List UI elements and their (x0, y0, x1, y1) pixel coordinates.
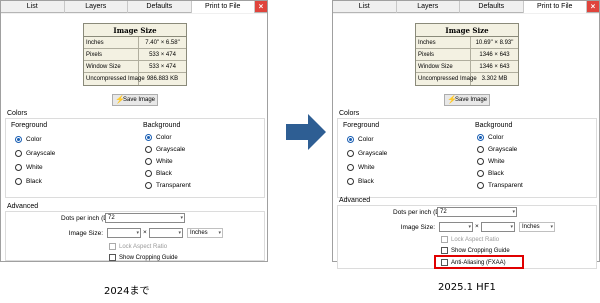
chevron-down-icon: ▾ (180, 215, 183, 221)
fg-color-radio[interactable]: Color (15, 136, 42, 143)
panel-body: Image Size Inches 10.69" × 8.93" Pixels 13… (333, 14, 599, 269)
fg-grayscale-radio[interactable]: Grayscale (15, 150, 55, 157)
image-size-label: Image Size: (400, 224, 435, 231)
save-image-button[interactable]: ⚡ Save Image (112, 94, 158, 106)
bg-black-radio[interactable]: Black (145, 170, 172, 177)
times-sign: × (475, 223, 479, 230)
panel-body: Image Size Inches 7.40" × 6.58" Pixels 533… (1, 14, 267, 261)
chevron-down-icon: ▾ (550, 224, 553, 230)
fg-grayscale-radio[interactable]: Grayscale (347, 150, 387, 157)
bg-transparent-radio[interactable]: Transparent (145, 182, 191, 189)
foreground-label: Foreground (11, 122, 48, 129)
show-crop-checkbox[interactable]: Show Cropping Guide (441, 247, 510, 254)
table-row: Pixels 1346 × 643 (416, 49, 518, 61)
width-input[interactable]: ▾ (439, 222, 473, 232)
times-sign: × (143, 229, 147, 236)
highlight-box (434, 255, 524, 269)
tab-list[interactable]: List (1, 1, 65, 13)
image-size-table: Image Size Inches 7.40" × 6.58" Pixels 533… (83, 23, 187, 86)
bg-color-radio[interactable]: Color (477, 134, 504, 141)
advanced-label: Advanced (339, 197, 371, 204)
advanced-label: Advanced (7, 203, 39, 210)
bg-grayscale-radio[interactable]: Grayscale (477, 146, 517, 153)
background-label: Background (143, 122, 181, 129)
fg-color-radio[interactable]: Color (347, 136, 374, 143)
dpi-label: Dots per inch (DPI): (393, 209, 451, 216)
fg-white-radio[interactable]: White (347, 164, 375, 171)
close-icon[interactable]: × (255, 1, 267, 12)
background-label: Background (475, 122, 513, 129)
table-row: Inches 7.40" × 6.58" (84, 37, 186, 49)
height-input[interactable]: ▾ (481, 222, 515, 232)
colors-label: Colors (7, 110, 28, 117)
fg-black-radio[interactable]: Black (15, 178, 42, 185)
image-size-title: Image Size (416, 24, 518, 37)
units-select[interactable]: Inches ▾ (519, 222, 555, 232)
chevron-down-icon: ▾ (468, 224, 471, 230)
table-row: Pixels 533 × 474 (84, 49, 186, 61)
table-row: Window Size 533 × 474 (84, 61, 186, 73)
dpi-select[interactable]: 72 ▾ (437, 207, 517, 217)
table-row: Uncompressed Image 3.302 MB (416, 73, 518, 85)
image-size-table: Image Size Inches 10.69" × 8.93" Pixels 13… (415, 23, 519, 86)
colors-label: Colors (339, 110, 360, 117)
right-print-panel: List Layers Defaults Print to File × Ima… (332, 0, 600, 269)
bg-white-radio[interactable]: White (145, 158, 173, 165)
height-input[interactable]: ▾ (149, 228, 183, 238)
caption-left: 2024まで (104, 286, 150, 297)
tab-print-to-file[interactable]: Print to File (523, 1, 587, 13)
show-crop-checkbox[interactable]: Show Cropping Guide (109, 254, 178, 261)
left-print-panel: List Layers Defaults Print to File × Ima… (0, 0, 268, 262)
colors-group (337, 118, 597, 198)
width-input[interactable]: ▾ (107, 228, 141, 238)
units-select[interactable]: Inches ▾ (187, 228, 223, 238)
table-row: Uncompressed Image 986.883 KB (84, 73, 186, 85)
dpi-select[interactable]: 72 ▾ (105, 213, 185, 223)
table-row: Inches 10.69" × 8.93" (416, 37, 518, 49)
lightning-icon: ⚡ (114, 95, 125, 104)
bg-grayscale-radio[interactable]: Grayscale (145, 146, 185, 153)
tab-print-to-file[interactable]: Print to File (191, 1, 255, 13)
close-icon[interactable]: × (587, 1, 599, 12)
lock-aspect-checkbox[interactable]: Lock Aspect Ratio (441, 236, 499, 243)
bg-white-radio[interactable]: White (477, 158, 505, 165)
chevron-down-icon: ▾ (178, 230, 181, 236)
fg-black-radio[interactable]: Black (347, 178, 374, 185)
tab-layers[interactable]: Layers (65, 1, 128, 13)
chevron-down-icon: ▾ (218, 230, 221, 236)
caption-right: 2025.1 HF1 (438, 282, 496, 293)
bg-transparent-radio[interactable]: Transparent (477, 182, 523, 189)
tab-bar: List Layers Defaults Print to File × (1, 1, 267, 13)
tab-list[interactable]: List (333, 1, 397, 13)
chevron-down-icon: ▾ (512, 209, 515, 215)
lightning-icon: ⚡ (446, 95, 457, 104)
foreground-label: Foreground (343, 122, 380, 129)
tab-defaults[interactable]: Defaults (460, 1, 524, 13)
tab-defaults[interactable]: Defaults (128, 1, 192, 13)
fg-white-radio[interactable]: White (15, 164, 43, 171)
bg-color-radio[interactable]: Color (145, 134, 172, 141)
lock-aspect-checkbox[interactable]: Lock Aspect Ratio (109, 243, 167, 250)
chevron-down-icon: ▾ (136, 230, 139, 236)
bg-black-radio[interactable]: Black (477, 170, 504, 177)
table-row: Window Size 1346 × 643 (416, 61, 518, 73)
save-image-button[interactable]: ⚡ Save Image (444, 94, 490, 106)
tab-bar: List Layers Defaults Print to File × (333, 1, 599, 13)
colors-group (5, 118, 265, 198)
image-size-label: Image Size: (68, 230, 103, 237)
dpi-label: Dots per inch (DPI): (61, 215, 119, 222)
image-size-title: Image Size (84, 24, 186, 37)
arrow-right-icon (286, 114, 326, 150)
chevron-down-icon: ▾ (510, 224, 513, 230)
tab-layers[interactable]: Layers (397, 1, 460, 13)
